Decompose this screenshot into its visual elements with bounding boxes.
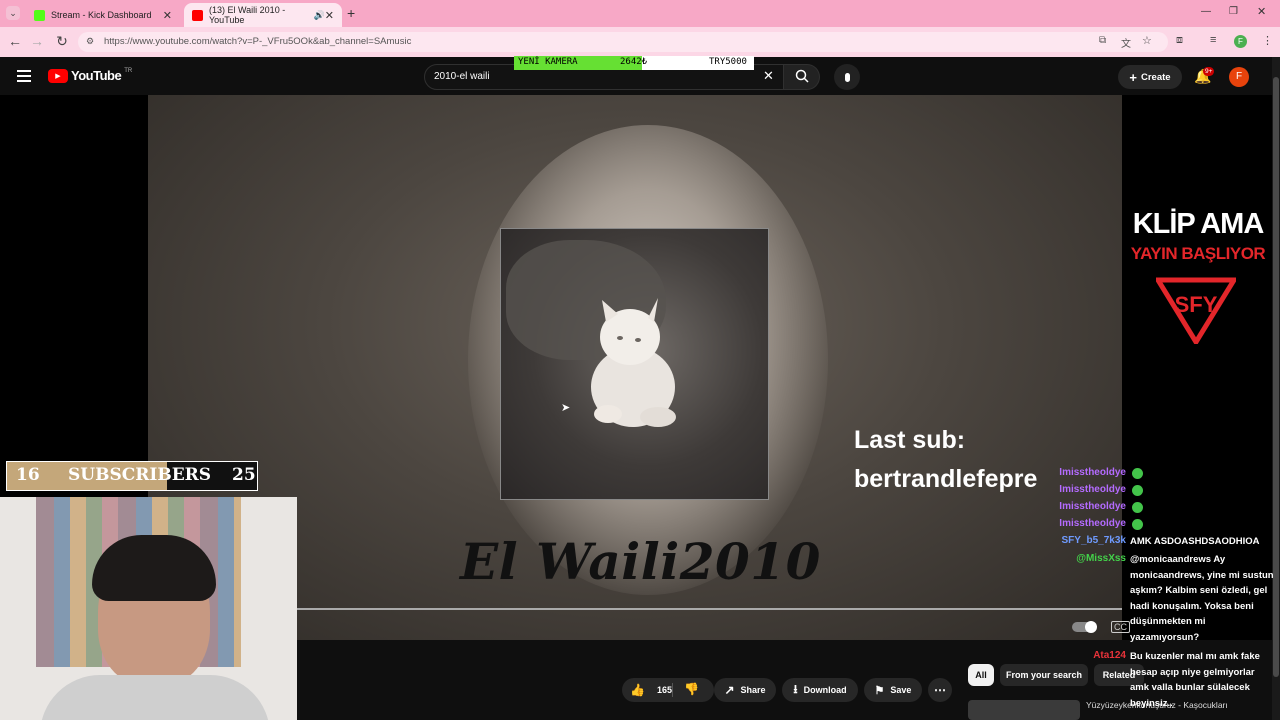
chat-message: Bu kuzenler mal mı amk fake hesap açıp n… [1130, 651, 1260, 709]
bookmark-icon: ⚑ [874, 684, 885, 697]
sub-goal-label: SUBSCRIBERS [68, 465, 212, 485]
clear-search-icon[interactable]: ✕ [763, 68, 774, 84]
bookmark-star-icon[interactable]: ☆ [1142, 34, 1152, 47]
person-hair [92, 535, 216, 601]
download-button[interactable]: ⭳ Download [782, 678, 858, 702]
chat-overlay: Imisstheoldye Imisstheoldye Imisstheoldy… [1040, 466, 1280, 720]
microphone-icon [844, 72, 850, 82]
youtube-wordmark: YouTube [71, 68, 122, 83]
window-close-icon[interactable]: ✕ [1257, 5, 1266, 18]
share-icon: ↗ [724, 683, 735, 697]
like-dislike-divider [672, 683, 673, 697]
share-button[interactable]: ↗ Share [714, 678, 776, 702]
create-button[interactable]: + Create [1118, 65, 1182, 89]
voice-search-button[interactable] [834, 64, 860, 90]
kick-favicon-icon [34, 9, 45, 21]
like-button[interactable]: 👍 165 [622, 678, 714, 702]
speaker-icon: 🔊 [313, 9, 325, 20]
minimize-icon[interactable]: — [1201, 6, 1211, 17]
tab-kick-dashboard[interactable]: Stream - Kick Dashboard ✕ [26, 3, 180, 27]
browser-menu-icon[interactable]: ⋮ [1262, 34, 1273, 47]
chat-username: Imisstheoldye [1059, 467, 1126, 478]
ticker-label: YENİ KAMERA [518, 57, 578, 67]
last-sub-name: bertrandlefepre [854, 465, 1038, 493]
chat-emote-icon [1132, 519, 1143, 530]
search-icon [795, 69, 809, 88]
chat-username: Ata124 [1093, 650, 1126, 661]
url-text[interactable]: https://www.youtube.com/watch?v=P-_VFru5… [104, 36, 411, 47]
thumbs-up-icon: 👍 [630, 683, 645, 697]
chat-emote-icon [1132, 468, 1143, 479]
youtube-logo[interactable]: ▶ YouTube TR [48, 68, 132, 83]
thumbs-down-icon[interactable]: 👎 [684, 682, 699, 696]
extensions-icon[interactable]: ⧈ [1176, 34, 1183, 47]
mouse-cursor-icon: ➤ [561, 402, 571, 414]
white-cat-image [591, 298, 676, 427]
save-button[interactable]: ⚑ Save [864, 678, 922, 702]
account-avatar[interactable]: F [1229, 67, 1249, 87]
save-label: Save [890, 685, 912, 695]
back-icon[interactable]: ← [6, 33, 24, 49]
forward-icon[interactable]: → [28, 33, 46, 49]
search-input[interactable]: 2010-el waili [434, 71, 490, 82]
svg-text:SFY: SFY [1175, 292, 1218, 317]
restore-icon[interactable]: ❐ [1229, 6, 1238, 17]
download-label: Download [803, 685, 847, 695]
person-shirt [40, 675, 270, 720]
region-code: TR [124, 67, 133, 74]
banner-subtitle: YAYIN BAŞLIYOR [1130, 244, 1266, 263]
more-icon: ⋯ [934, 683, 946, 697]
tab-search-button[interactable]: ⌄ [6, 6, 20, 20]
profile-avatar[interactable]: F [1234, 35, 1247, 48]
more-actions-button[interactable]: ⋯ [928, 678, 952, 702]
new-tab-button[interactable]: + [347, 5, 355, 21]
chat-username: Imisstheoldye [1059, 501, 1126, 512]
chat-username: @MissXss [1076, 553, 1126, 564]
close-icon[interactable]: ✕ [325, 9, 334, 22]
install-icon[interactable]: ⧉ [1099, 35, 1106, 46]
sub-goal-target: 25 [232, 465, 256, 485]
notification-badge: 9+ [1203, 67, 1215, 76]
chat-message: @monicaandrews Ay monicaandrews, yine mi… [1130, 554, 1274, 643]
donation-ticker: YENİ KAMERA 2642₺ TRY5000 [514, 56, 754, 70]
webcam-feed [0, 497, 297, 720]
sfy-logo-icon: SFY [1156, 277, 1236, 344]
chip-all[interactable]: All [968, 664, 994, 686]
like-count: 165 [656, 685, 672, 695]
chip-label: All [975, 670, 987, 680]
chat-username: SFY_b5_7k3k [1061, 535, 1127, 546]
hamburger-menu-icon[interactable] [17, 70, 31, 82]
ticker-amount: 2642₺ [620, 57, 648, 67]
ticker-goal: TRY5000 [709, 57, 747, 67]
reload-icon[interactable]: ↻ [53, 33, 71, 50]
chat-emote-icon [1132, 485, 1143, 496]
tab-title: Stream - Kick Dashboard [51, 10, 152, 20]
sub-goal-current: 16 [16, 465, 40, 485]
video-progress-bar[interactable] [297, 608, 1122, 610]
translate-icon[interactable]: 文 [1121, 35, 1131, 50]
share-label: Share [740, 685, 766, 695]
chat-username: Imisstheoldye [1059, 484, 1126, 495]
close-icon[interactable]: ✕ [163, 9, 172, 22]
chat-message: AMK ASDOASHDSAODHIOA [1130, 536, 1260, 547]
banner-title: KLİP AMA [1132, 208, 1265, 240]
chat-username: Imisstheoldye [1059, 518, 1126, 529]
download-icon: ⭳ [793, 681, 798, 696]
youtube-play-icon: ▶ [48, 68, 68, 83]
youtube-favicon-icon [192, 9, 203, 21]
last-sub-label: Last sub: [854, 426, 966, 454]
chat-emote-icon [1132, 502, 1143, 513]
create-label: Create [1141, 71, 1171, 83]
video-title-art: El Waili2010 [460, 532, 821, 591]
reading-list-icon[interactable]: ≡ [1210, 34, 1216, 46]
site-info-icon[interactable]: ⚙ [86, 36, 94, 47]
tab-youtube[interactable]: (13) El Waili 2010 - YouTube 🔊 ✕ [184, 3, 342, 27]
plus-icon: + [1129, 69, 1137, 85]
tab-title: (13) El Waili 2010 - YouTube [209, 5, 286, 25]
